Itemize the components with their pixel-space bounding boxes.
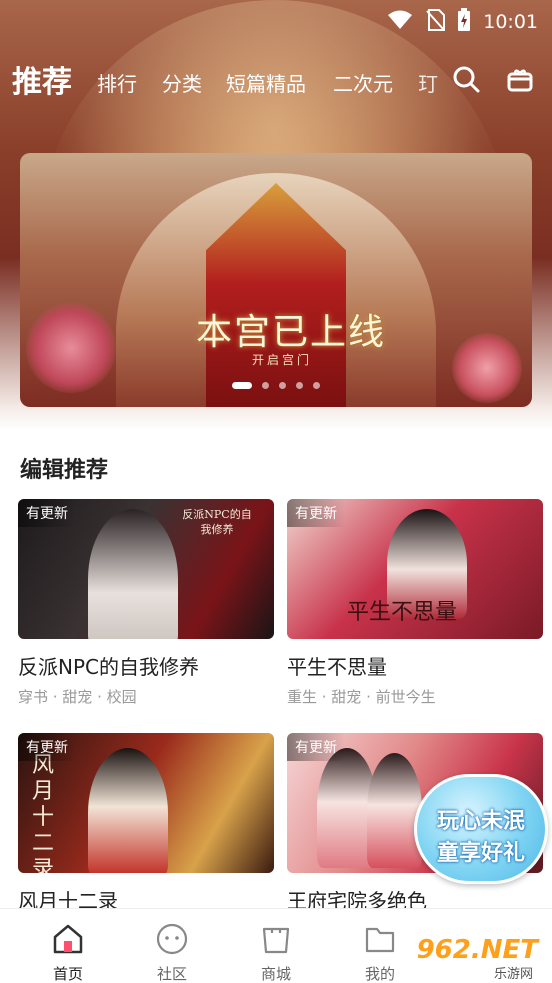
cover-title-art: 反派NPC的自我修养	[182, 508, 252, 536]
no-sim-icon	[425, 9, 446, 35]
update-badge: 有更新	[18, 733, 76, 761]
community-icon	[142, 923, 202, 959]
tab-ranking[interactable]: 排行	[97, 68, 137, 97]
carousel-dot[interactable]	[279, 382, 286, 389]
bottom-nav-label: 我的	[364, 965, 395, 983]
banner-title: 本宫已上线	[196, 312, 387, 353]
tab-more[interactable]: 玎	[418, 68, 438, 97]
site-watermark: 962.NET 乐游网	[408, 935, 546, 982]
update-badge: 有更新	[287, 499, 345, 527]
tab-short-stories[interactable]: 短篇精品	[226, 68, 306, 97]
wifi-icon	[387, 10, 413, 34]
bottom-nav-mine[interactable]: 我的	[350, 923, 410, 983]
bottom-nav-label: 首页	[52, 965, 83, 983]
tab-anime[interactable]: 二次元	[333, 68, 393, 97]
bottom-nav-store[interactable]: 商城	[246, 923, 306, 983]
book-title[interactable]: 平生不思量	[287, 651, 543, 680]
nav-actions	[452, 65, 534, 97]
book-card[interactable]: 平生不思量 有更新 平生不思量 重生 · 甜宠 · 前世今生	[287, 499, 543, 707]
watermark-site: 乐游网	[490, 963, 536, 982]
cover-title-art: 风月十二录	[32, 753, 55, 873]
store-bag-icon	[246, 923, 306, 959]
folder-icon	[350, 923, 410, 959]
book-title[interactable]: 反派NPC的自我修养	[18, 651, 274, 680]
banner-carousel[interactable]: 本宫已上线 开启宫门	[20, 153, 532, 407]
book-cover[interactable]: 风月十二录 有更新	[18, 733, 274, 873]
status-time: 10:01	[483, 11, 538, 33]
banner-peony-left	[26, 303, 116, 393]
promo-line-1: 玩心未泯	[436, 809, 525, 834]
cover-figure	[367, 753, 422, 868]
cover-figure	[88, 748, 168, 873]
tab-recommend[interactable]: 推荐	[12, 57, 72, 101]
tab-category[interactable]: 分类	[162, 68, 202, 97]
carousel-dot[interactable]	[313, 382, 320, 389]
home-icon	[38, 923, 98, 959]
book-card[interactable]: 反派NPC的自我修养 有更新 反派NPC的自我修养 穿书 · 甜宠 · 校园	[18, 499, 274, 707]
banner-subtitle: 开启宫门	[252, 353, 313, 367]
bottom-nav-home[interactable]: 首页	[38, 923, 98, 983]
update-badge: 有更新	[287, 733, 345, 761]
cover-title-art: 平生不思量	[347, 600, 458, 625]
top-nav: 推荐 排行 分类 短篇精品 二次元 玎	[0, 55, 552, 105]
book-tags: 重生 · 甜宠 · 前世今生	[287, 688, 436, 706]
gift-box-icon[interactable]	[506, 65, 534, 97]
bottom-nav-community[interactable]: 社区	[142, 923, 202, 983]
book-cover[interactable]: 反派NPC的自我修养 有更新	[18, 499, 274, 639]
section-title: 编辑推荐	[20, 458, 109, 483]
carousel-indicator	[20, 382, 532, 389]
carousel-dot[interactable]	[296, 382, 303, 389]
carousel-dot[interactable]	[262, 382, 269, 389]
carousel-dot-active[interactable]	[232, 382, 252, 389]
battery-charging-icon	[457, 8, 471, 36]
cover-figure	[88, 509, 178, 639]
update-badge: 有更新	[18, 499, 76, 527]
search-icon[interactable]	[452, 65, 480, 97]
book-tags: 穿书 · 甜宠 · 校园	[18, 688, 137, 706]
status-bar: 10:01	[0, 0, 552, 38]
promo-line-2: 童享好礼	[436, 841, 525, 866]
bottom-nav-label: 商城	[260, 965, 291, 983]
promo-bubble[interactable]: 玩心未泯 童享好礼	[414, 774, 548, 884]
banner-peony-right	[452, 333, 522, 403]
book-card[interactable]: 风月十二录 有更新 风月十二录	[18, 733, 274, 914]
book-cover[interactable]: 平生不思量 有更新	[287, 499, 543, 639]
watermark-logo: 962.NET	[416, 935, 538, 965]
bottom-nav-label: 社区	[156, 965, 187, 983]
status-icons: 10:01	[387, 8, 538, 36]
